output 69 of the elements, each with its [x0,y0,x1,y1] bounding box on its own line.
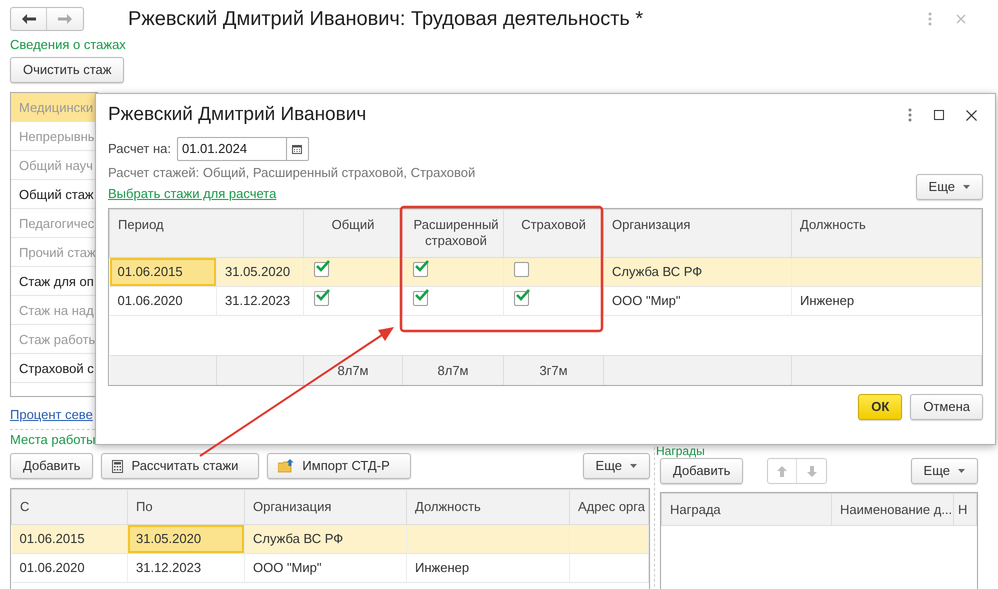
table-cell: ООО "Мир" [604,286,792,316]
table-cell: ООО "Мир" [244,554,406,582]
table-cell: 31.05.2020 [216,258,304,286]
window-title: Ржевский Дмитрий Иванович: Трудовая деятельность * [128,7,644,32]
calculator-icon [112,460,124,472]
caret-icon [630,464,637,468]
cancel-button[interactable]: Отмена [910,394,983,420]
column-header[interactable]: Организация [244,490,406,524]
table-cell: 31.05.2020 [128,524,244,554]
info-text: Расчет стажей: Общий, Расширенный страховой, Страховой [108,165,476,181]
section-title: Награды [656,445,706,458]
checkbox[interactable] [314,290,330,306]
column-header[interactable]: Организация [604,210,792,258]
clear-button[interactable]: Очистить стаж [10,57,124,83]
column-header[interactable]: Н [954,494,976,526]
table-cell: 01.06.2020 [12,554,128,582]
maximize-icon[interactable] [934,110,944,120]
dialog-title: Ржевский Дмитрий Иванович [108,102,366,127]
table-cell: 01.06.2015 [110,258,216,286]
table-cell: 31.12.2023 [128,554,244,582]
import-button[interactable]: Импорт СТД-Р [267,453,411,479]
add-button[interactable]: Добавить [10,453,94,479]
total-cell: 8л7м [304,356,403,385]
more-options-icon[interactable] [928,12,932,26]
column-header[interactable]: По [128,490,244,524]
caret-icon [958,469,965,473]
column-header[interactable]: Наименование д... [832,494,954,526]
table-cell: 31.12.2023 [216,286,304,316]
table-cell: Инженер [406,554,570,582]
section-title: Сведения о стажах [10,37,127,53]
checkbox[interactable] [413,262,428,277]
left-arrow-icon [22,14,36,24]
column-header[interactable]: Период [110,210,304,258]
table-cell: Инженер [792,286,982,316]
table-cell: 01.06.2020 [110,286,216,316]
total-cell: 3г7м [504,356,604,385]
table-cell: 01.06.2015 [12,524,128,554]
column-header[interactable]: Должность [792,210,982,258]
more-button[interactable]: Еще [582,453,650,479]
total-cell: 8л7м [402,356,504,385]
percent-link[interactable]: Процент севе [10,407,93,422]
column-header[interactable]: Должность [406,490,570,524]
checkbox[interactable] [514,290,530,306]
date-field[interactable]: 01.01.2024 [176,137,309,161]
column-header[interactable]: Адрес орга [570,490,648,524]
close-icon[interactable] [966,110,977,120]
checkbox[interactable] [413,290,428,306]
checkbox[interactable] [514,262,530,277]
column-header[interactable]: С [12,490,128,524]
column-header[interactable]: Расширенный страховой [402,210,504,258]
calculate-button[interactable]: Рассчитать стажи [101,453,260,479]
more-options-icon[interactable] [908,108,912,122]
caret-icon [963,185,970,189]
date-label: Расчет на: [108,140,171,158]
right-arrow-icon [58,14,72,24]
ok-button[interactable]: ОК [858,394,902,420]
section-title: Места работы [10,432,97,448]
more-button[interactable]: Еще [910,458,978,484]
checkbox[interactable] [314,262,330,277]
column-header[interactable]: Страховой [504,210,604,258]
column-header[interactable]: Награда [662,494,832,526]
select-link[interactable]: Выбрать стажи для расчета [108,186,276,201]
add-button[interactable]: Добавить [660,458,744,484]
table-cell: Служба ВС РФ [604,258,792,286]
more-button[interactable]: Еще [916,174,983,200]
column-header[interactable]: Общий [304,210,403,258]
calendar-icon[interactable] [292,144,302,154]
folder-icon [278,459,294,473]
table-cell: Служба ВС РФ [244,524,406,554]
